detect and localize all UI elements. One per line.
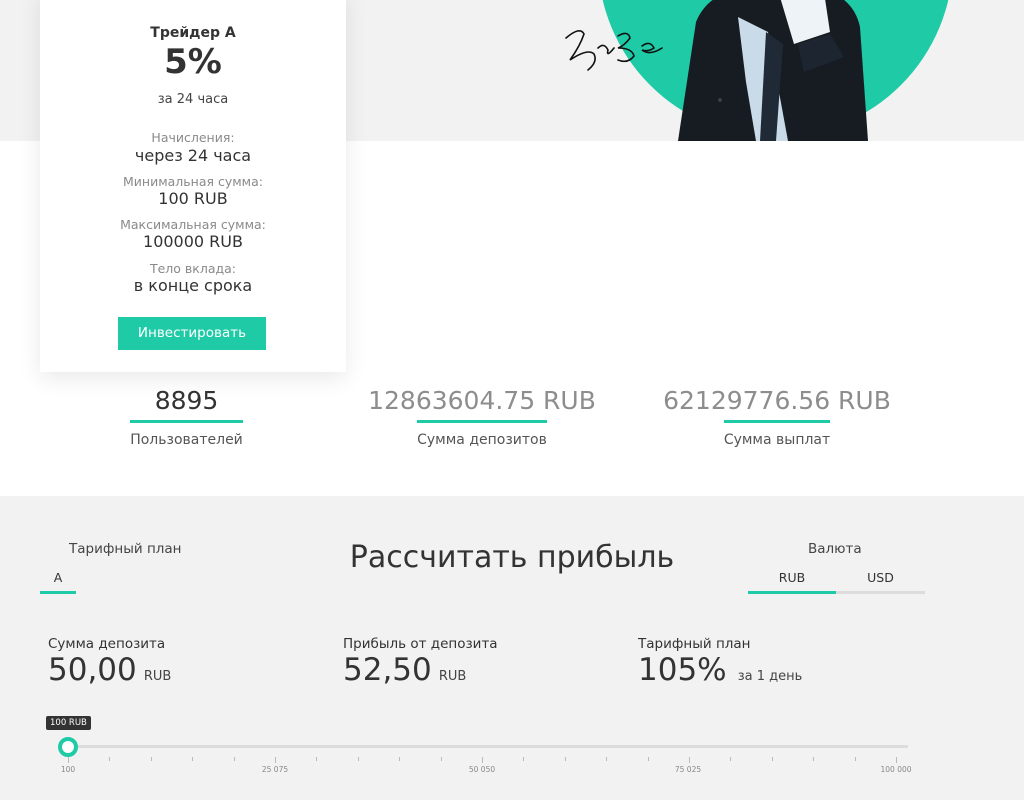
min-amount-label: Минимальная сумма: (123, 174, 263, 189)
deposit-body-label: Тело вклада: (149, 261, 237, 276)
slider-tick (358, 757, 359, 761)
deposit-amount-unit: RUB (143, 669, 172, 684)
slider-tick (151, 757, 152, 761)
slider-tick (109, 757, 110, 761)
rate-value: 105% (638, 652, 727, 688)
slider-tick (730, 757, 731, 761)
stat-deposits-underline (417, 420, 547, 423)
slider-tooltip: 100 RUB (46, 716, 91, 730)
max-amount-value: 100000 RUB (143, 232, 243, 251)
plan-period: за 24 часа (157, 92, 229, 107)
max-amount-label: Максимальная сумма: (120, 217, 266, 232)
deposit-slider-track[interactable] (68, 745, 908, 748)
slider-tick (606, 757, 607, 761)
stat-users-value: 8895 (154, 386, 219, 415)
slider-tick (316, 757, 317, 761)
slider-tick (68, 757, 69, 763)
stat-users-label: Пользователей (130, 432, 243, 448)
slider-tick (482, 757, 483, 763)
profit-value: 52,50 (343, 652, 432, 688)
plan-name: Трейдер A (150, 25, 236, 41)
profit-amount: 52,50 RUB (343, 652, 466, 688)
stat-payouts: 62129776.56 RUB Сумма выплат (648, 386, 906, 448)
deposit-amount-label: Сумма депозита (48, 636, 166, 652)
slider-tick (813, 757, 814, 761)
deposit-body-value: в конце срока (133, 276, 253, 295)
currency-label: Валюта (808, 541, 862, 557)
slider-tick (689, 757, 690, 763)
stat-users: 8895 Пользователей (130, 386, 243, 448)
rate-amount: 105% за 1 день (638, 652, 802, 688)
profit-label: Прибыль от депозита (343, 636, 498, 652)
slider-tick-label: 100 (60, 765, 76, 774)
invest-button[interactable]: Инвестировать (118, 317, 266, 350)
rate-label: Тарифный план (638, 636, 751, 652)
slider-tick (896, 757, 897, 763)
slider-tick-label: 25 075 (261, 765, 289, 774)
slider-tick (234, 757, 235, 761)
stat-deposits-value: 12863604.75 RUB (368, 386, 596, 415)
plan-card: Трейдер A 5% за 24 часа Начисления: чере… (40, 0, 346, 372)
slider-tick (772, 757, 773, 761)
slider-tick (565, 757, 566, 761)
slider-tick-label: 75 025 (674, 765, 702, 774)
slider-tick (855, 757, 856, 761)
plan-percent: 5% (164, 42, 222, 82)
slider-tick (523, 757, 524, 761)
slider-tick (648, 757, 649, 761)
accrual-label: Начисления: (151, 130, 235, 145)
slider-tick-label: 100 000 (880, 765, 912, 774)
currency-tab-usd[interactable]: USD (836, 570, 925, 594)
signature-icon (565, 30, 663, 71)
slider-tick-label: 50 050 (468, 765, 496, 774)
rate-period: за 1 день (737, 669, 803, 684)
slider-tick (441, 757, 442, 761)
stat-deposits: 12863604.75 RUB Сумма депозитов (352, 386, 612, 448)
stat-payouts-label: Сумма выплат (723, 432, 831, 448)
deposit-amount: 50,00 RUB (48, 652, 171, 688)
stat-deposits-label: Сумма депозитов (417, 432, 547, 448)
slider-tick (275, 757, 276, 763)
plan-select-label: Тарифный план (69, 541, 182, 557)
currency-tab-rub[interactable]: RUB (748, 570, 836, 594)
slider-tick (192, 757, 193, 761)
accrual-value: через 24 часа (134, 146, 252, 165)
profit-unit: RUB (438, 669, 467, 684)
stat-payouts-value: 62129776.56 RUB (663, 386, 891, 415)
deposit-amount-value: 50,00 (48, 652, 137, 688)
slider-tick (399, 757, 400, 761)
plan-select-option-a[interactable]: A (40, 570, 76, 594)
min-amount-value: 100 RUB (158, 189, 228, 208)
deposit-slider-handle[interactable] (58, 737, 78, 757)
stat-payouts-underline (724, 420, 830, 423)
stat-users-underline (130, 420, 243, 423)
